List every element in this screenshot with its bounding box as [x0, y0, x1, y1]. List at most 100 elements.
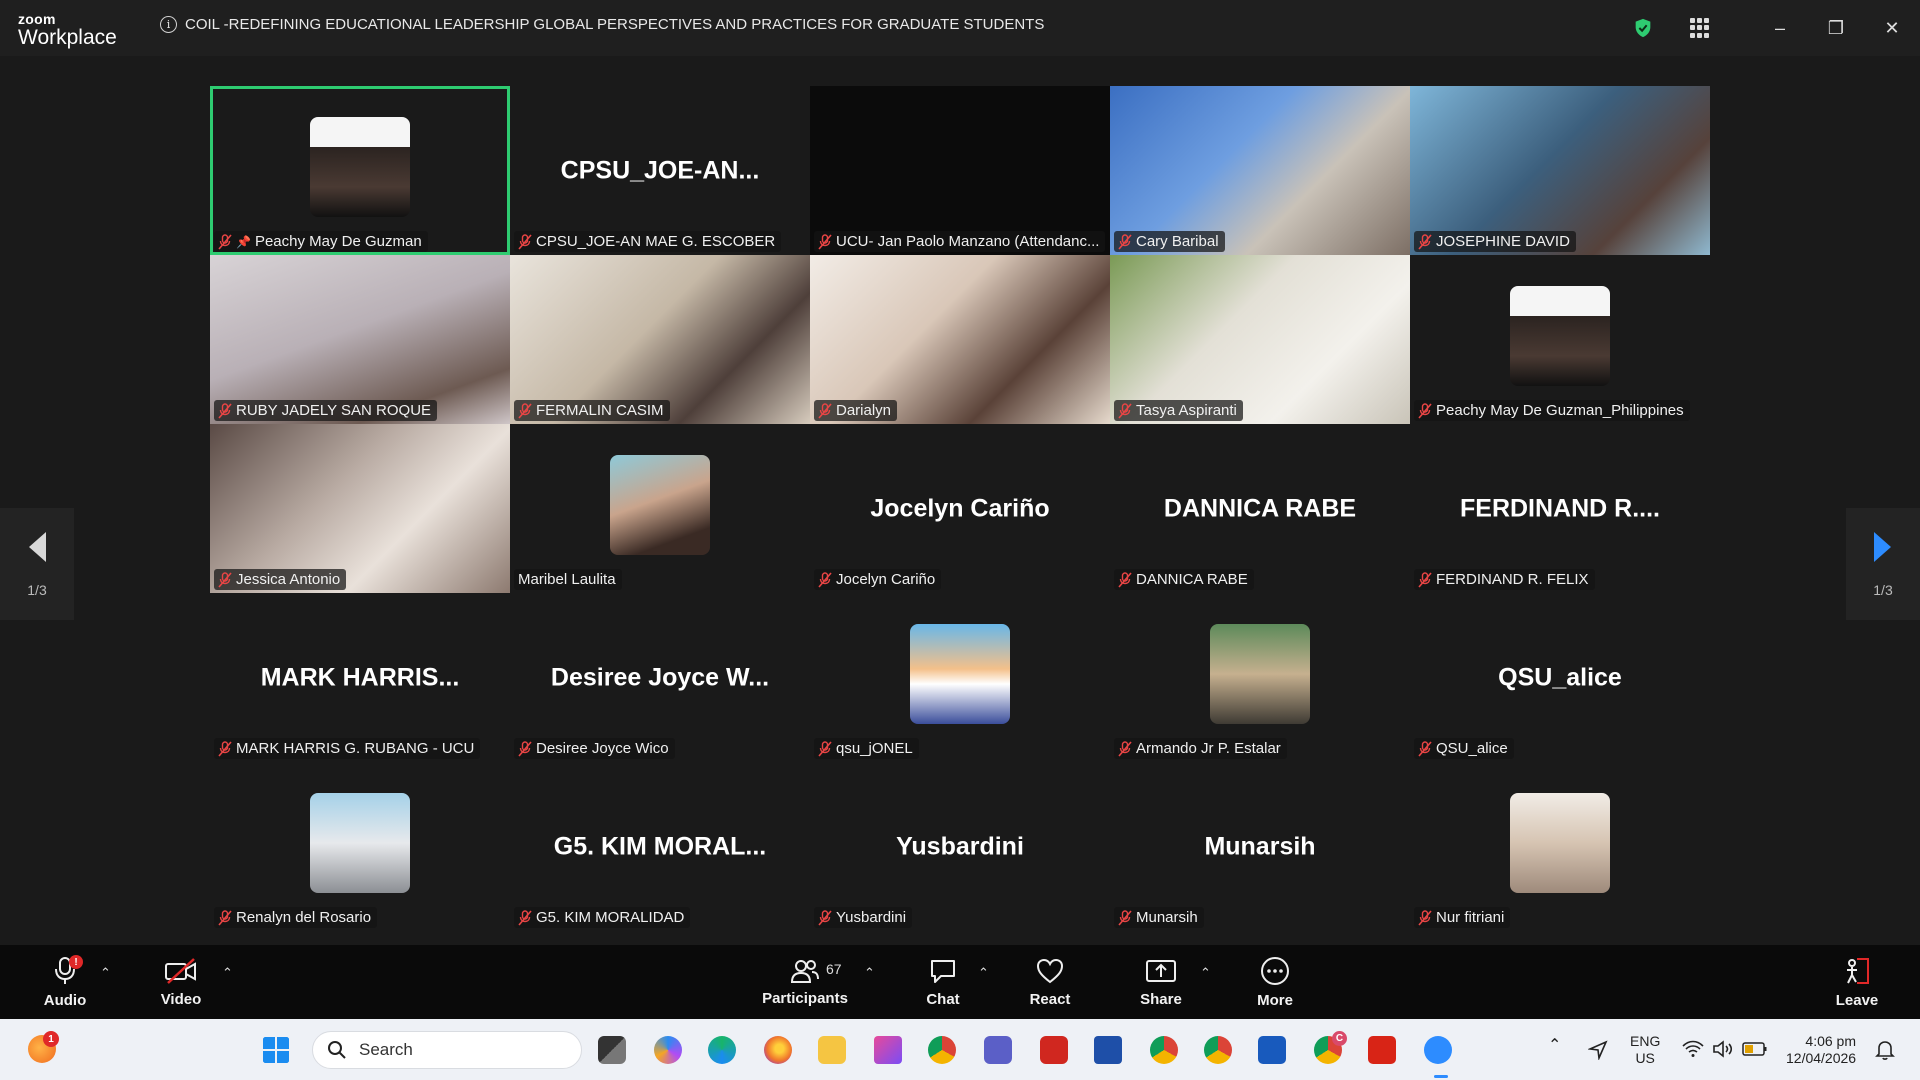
participant-display-name: CPSU_JOE-AN...: [560, 156, 760, 184]
participants-label: Participants: [762, 989, 848, 1007]
participant-name: FERMALIN CASIM: [536, 402, 664, 419]
more-dots-icon: [1261, 956, 1289, 985]
participant-tile[interactable]: RUBY JADELY SAN ROQUE: [210, 255, 510, 424]
video-button[interactable]: Video: [156, 945, 206, 1019]
participant-name: Desiree Joyce Wico: [536, 740, 669, 757]
firefox-icon[interactable]: [764, 1036, 792, 1064]
participant-tile[interactable]: Darialyn: [810, 255, 1110, 424]
share-options-caret[interactable]: ⌃: [1200, 965, 1211, 981]
close-button[interactable]: ✕: [1864, 0, 1920, 56]
participant-tile[interactable]: Nur fitriani: [1410, 762, 1710, 931]
acrobat-icon[interactable]: [1368, 1036, 1396, 1064]
file-explorer-icon[interactable]: [818, 1036, 846, 1064]
chat-label: Chat: [926, 990, 960, 1008]
participant-display-name: QSU_alice: [1498, 663, 1622, 691]
participant-tile[interactable]: qsu_jONEL: [810, 593, 1110, 762]
tray-overflow-chevron-icon[interactable]: ⌃: [1548, 1037, 1561, 1054]
participant-name: JOSEPHINE DAVID: [1436, 233, 1570, 250]
edge-icon[interactable]: [708, 1036, 736, 1064]
participant-tile[interactable]: 📌 Peachy May De Guzman: [210, 86, 510, 255]
participant-tile[interactable]: JOSEPHINE DAVID: [1410, 86, 1710, 255]
mic-muted-icon: [218, 233, 232, 250]
react-label: React: [1029, 990, 1071, 1008]
audio-options-caret[interactable]: ⌃: [100, 965, 111, 981]
participant-tile[interactable]: Jessica Antonio: [210, 424, 510, 593]
mic-muted-icon: [1418, 571, 1432, 588]
participants-options-caret[interactable]: ⌃: [864, 965, 875, 981]
volume-icon[interactable]: [1712, 1039, 1734, 1059]
task-view-icon[interactable]: [598, 1036, 626, 1064]
share-button[interactable]: Share: [1136, 945, 1186, 1019]
participant-tile[interactable]: FERDINAND R.... FERDINAND R. FELIX: [1410, 424, 1710, 593]
participant-name-label: Renalyn del Rosario: [214, 907, 378, 928]
participant-name: DANNICA RABE: [1136, 571, 1248, 588]
participants-button[interactable]: Participants: [760, 945, 850, 1019]
participant-tile[interactable]: Cary Baribal: [1110, 86, 1410, 255]
participant-tile[interactable]: Armando Jr P. Estalar: [1110, 593, 1410, 762]
teams-icon[interactable]: [984, 1036, 1012, 1064]
participant-tile[interactable]: G5. KIM MORAL... G5. KIM MORALIDAD: [510, 762, 810, 931]
participant-tile[interactable]: Peachy May De Guzman_Philippines: [1410, 255, 1710, 424]
prev-page-button[interactable]: 1/3: [0, 508, 74, 620]
participant-name: Nur fitriani: [1436, 909, 1505, 926]
more-button[interactable]: More: [1250, 945, 1300, 1019]
participant-name-label: Armando Jr P. Estalar: [1114, 738, 1287, 759]
react-button[interactable]: React: [1024, 945, 1076, 1019]
minimize-button[interactable]: –: [1752, 0, 1808, 56]
mic-muted-icon: [1418, 740, 1432, 757]
clock[interactable]: 4:06 pm 12/04/2026: [1786, 1033, 1856, 1067]
leave-button[interactable]: Leave: [1832, 945, 1882, 1019]
participant-tile[interactable]: Renalyn del Rosario: [210, 762, 510, 931]
participant-tile[interactable]: Tasya Aspiranti: [1110, 255, 1410, 424]
chat-options-caret[interactable]: ⌃: [978, 965, 989, 981]
participant-tile[interactable]: DANNICA RABE DANNICA RABE: [1110, 424, 1410, 593]
mic-muted-icon: [818, 402, 832, 419]
copilot-icon[interactable]: [654, 1036, 682, 1064]
participant-tile[interactable]: Yusbardini Yusbardini: [810, 762, 1110, 931]
participant-name-label: CPSU_JOE-AN MAE G. ESCOBER: [514, 231, 782, 252]
participant-tile[interactable]: Desiree Joyce W... Desiree Joyce Wico: [510, 593, 810, 762]
chrome-profile-1-icon[interactable]: [1150, 1036, 1178, 1064]
view-grid-icon[interactable]: [1690, 18, 1710, 38]
info-icon[interactable]: i: [160, 16, 177, 33]
participant-name-label: Jessica Antonio: [214, 569, 347, 590]
taskbar-search[interactable]: Search: [312, 1031, 582, 1069]
windows-start-icon[interactable]: [262, 1036, 290, 1064]
participant-name: Munarsih: [1136, 909, 1198, 926]
participant-name-label: Yusbardini: [814, 907, 913, 928]
microsoft-store-icon[interactable]: [1094, 1036, 1122, 1064]
chrome-profile-2-icon[interactable]: [1204, 1036, 1232, 1064]
restore-button[interactable]: ❐: [1808, 0, 1864, 56]
participant-tile[interactable]: Jocelyn Cariño Jocelyn Cariño: [810, 424, 1110, 593]
wps-office-icon[interactable]: [1040, 1036, 1068, 1064]
word-icon[interactable]: [1258, 1036, 1286, 1064]
audio-label: Audio: [43, 991, 87, 1009]
chrome-icon[interactable]: [928, 1036, 956, 1064]
participant-tile[interactable]: CPSU_JOE-AN... CPSU_JOE-AN MAE G. ESCOBER: [510, 86, 810, 255]
chat-button[interactable]: Chat: [918, 945, 968, 1019]
participant-tile[interactable]: QSU_alice QSU_alice: [1410, 593, 1710, 762]
participant-name-label: Darialyn: [814, 400, 898, 421]
zoom-taskbar-icon[interactable]: [1424, 1036, 1452, 1064]
location-icon[interactable]: [1588, 1040, 1608, 1060]
participant-tile[interactable]: UCU- Jan Paolo Manzano (Attendanc...: [810, 86, 1110, 255]
encryption-shield-icon[interactable]: [1632, 17, 1654, 39]
notification-bell-icon[interactable]: [1874, 1039, 1896, 1061]
battery-icon[interactable]: [1742, 1041, 1768, 1057]
participant-tile[interactable]: MARK HARRIS... MARK HARRIS G. RUBANG - UC…: [210, 593, 510, 762]
participant-name: qsu_jONEL: [836, 740, 913, 757]
participant-tile[interactable]: Munarsih Munarsih: [1110, 762, 1410, 931]
video-options-caret[interactable]: ⌃: [222, 965, 233, 981]
participant-tile[interactable]: FERMALIN CASIM: [510, 255, 810, 424]
participant-name: Cary Baribal: [1136, 233, 1219, 250]
page-indicator-right: 1/3: [1873, 582, 1893, 598]
participant-tile[interactable]: Maribel Laulita: [510, 424, 810, 593]
audio-button[interactable]: Audio !: [40, 945, 90, 1019]
participant-name-label: qsu_jONEL: [814, 738, 919, 759]
participant-display-name: Yusbardini: [896, 832, 1024, 860]
next-page-button[interactable]: 1/3: [1846, 508, 1920, 620]
language-indicator[interactable]: ENG US: [1630, 1033, 1660, 1067]
snipping-tool-icon[interactable]: [874, 1036, 902, 1064]
clock-date: 12/04/2026: [1786, 1050, 1857, 1066]
wifi-icon[interactable]: [1682, 1039, 1704, 1059]
